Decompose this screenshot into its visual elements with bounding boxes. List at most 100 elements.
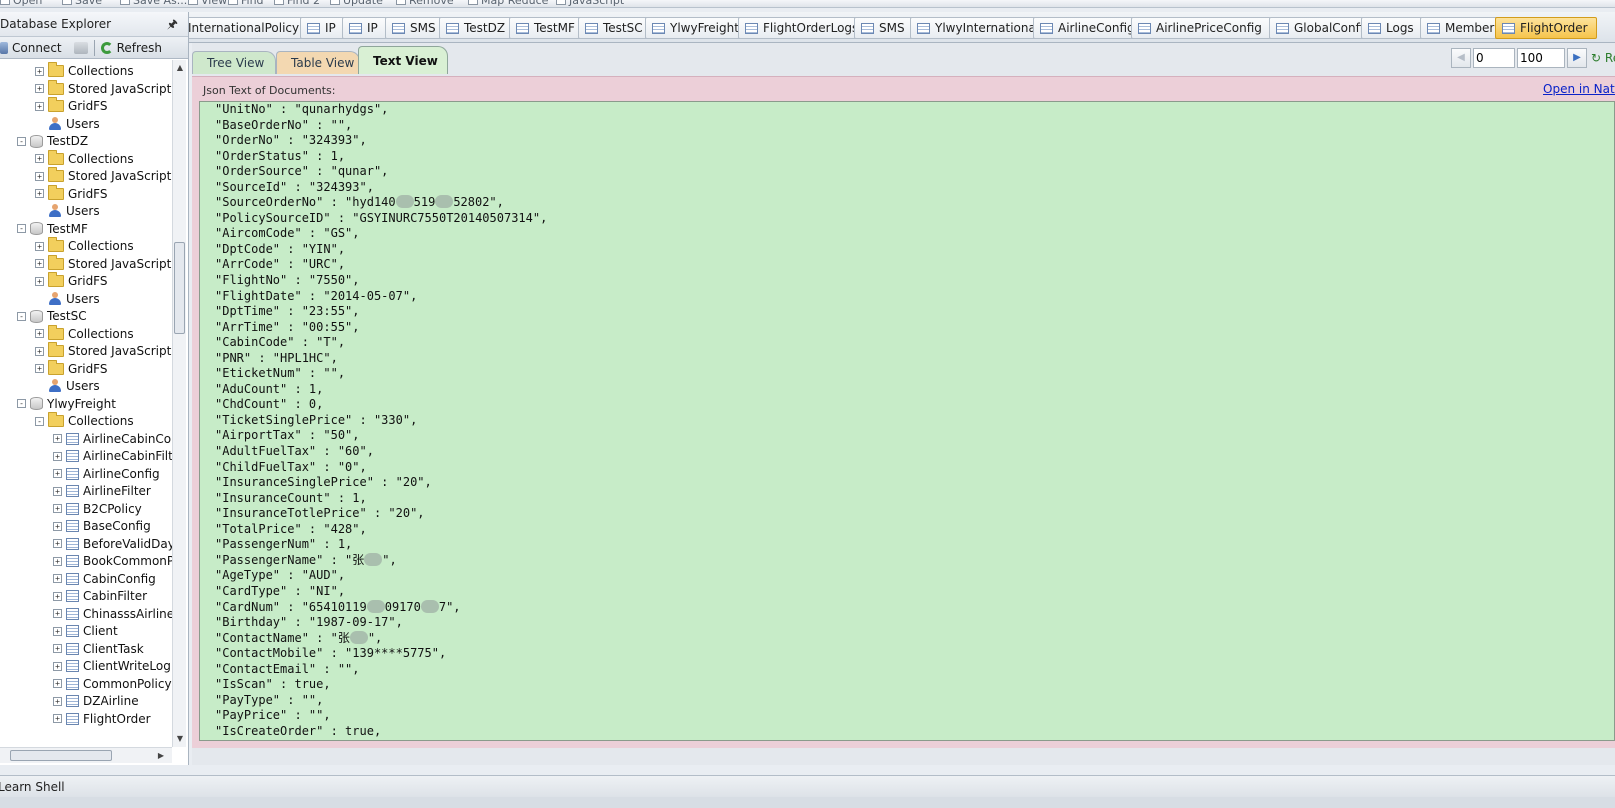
tree-node[interactable]: + ClientTask (53, 640, 144, 658)
expand-icon[interactable]: + (35, 364, 44, 373)
expand-icon[interactable]: + (53, 521, 62, 531)
expand-icon[interactable]: + (53, 696, 62, 706)
toolbar-item[interactable]: Update (330, 0, 383, 7)
expand-icon[interactable]: + (35, 154, 44, 163)
tree-node[interactable]: - YlwyFreight (17, 395, 116, 413)
json-text-editor[interactable]: "UnitNo" : "qunarhydgs", "BaseOrderNo" : … (199, 101, 1615, 741)
tree-node[interactable]: Users (35, 377, 100, 395)
expand-icon[interactable]: + (35, 346, 44, 356)
tree-node[interactable]: + GridFS (35, 359, 108, 378)
expand-icon[interactable]: + (35, 101, 44, 111)
collapse-icon[interactable]: - (35, 416, 44, 426)
tree-node[interactable]: - TestSC (17, 307, 87, 325)
tree-node[interactable]: + Stored JavaScript (35, 342, 171, 360)
expand-icon[interactable]: + (53, 486, 62, 496)
expand-icon[interactable]: + (53, 661, 62, 671)
tree-node[interactable]: + FlightOrder (53, 710, 151, 728)
tree-node[interactable]: + Stored JavaScript (35, 79, 171, 98)
tree-node[interactable]: + Client (53, 622, 118, 640)
tree-horizontal-scrollbar[interactable]: ▶ (0, 747, 172, 763)
tree-node[interactable]: + BookCommonP (53, 552, 173, 570)
document-tab[interactable]: SMS (385, 17, 445, 39)
toolbar-item[interactable]: Find (228, 0, 264, 7)
document-tab[interactable]: AirlinePriceConfig (1131, 17, 1271, 39)
tree-node[interactable]: + GridFS (35, 97, 108, 115)
tree-vertical-scrollbar[interactable]: ▲ ▼ (172, 60, 186, 747)
expand-icon[interactable]: + (53, 591, 62, 601)
expand-icon[interactable]: + (53, 574, 62, 583)
toolbar-item[interactable]: Remove (396, 0, 454, 7)
collapse-icon[interactable]: - (17, 311, 26, 321)
expand-icon[interactable]: + (53, 539, 62, 548)
expand-icon[interactable]: + (35, 189, 44, 198)
tree-node[interactable]: + DZAirline (53, 692, 139, 710)
expand-icon[interactable]: + (53, 679, 62, 688)
scroll-up-icon[interactable]: ▲ (173, 60, 187, 76)
expand-icon[interactable]: + (53, 469, 62, 478)
scroll-down-icon[interactable]: ▼ (173, 731, 187, 747)
toolbar-item[interactable]: View (188, 0, 227, 7)
tree-node[interactable]: + BaseConfig (53, 517, 151, 535)
tree-node[interactable]: - Collections (35, 412, 134, 430)
scroll-right-icon[interactable]: ▶ (158, 748, 164, 764)
expand-icon[interactable]: + (35, 84, 44, 93)
open-native-editor-link[interactable]: Open in Native Editor (1543, 82, 1615, 96)
expand-icon[interactable]: + (53, 644, 62, 653)
expand-icon[interactable]: + (53, 626, 62, 636)
expand-icon[interactable]: + (35, 329, 44, 338)
tree-node[interactable]: + Collections (35, 324, 134, 343)
expand-icon[interactable]: + (35, 259, 44, 268)
document-tab[interactable]: TestMF (509, 17, 584, 39)
document-tab[interactable]: YlwyFreight (645, 17, 748, 39)
tree-node[interactable]: + ClientWriteLog (53, 657, 171, 675)
tree-node[interactable]: + Stored JavaScript (35, 167, 171, 185)
tab-table-view[interactable]: Table View (276, 51, 360, 74)
tree-node[interactable]: + CommonPolicy (53, 675, 172, 693)
document-tab[interactable]: TestDZ (439, 17, 515, 39)
refresh-button[interactable]: Refresh (100, 37, 168, 59)
expand-icon[interactable]: + (53, 504, 62, 513)
tab-tree-view[interactable]: Tree View (192, 51, 276, 74)
tree-node[interactable]: + GridFS (35, 272, 108, 290)
document-tab[interactable]: YlwyInternational (910, 17, 1049, 39)
connect-button[interactable]: Connect (0, 37, 68, 59)
collapse-icon[interactable]: - (17, 224, 26, 233)
tree-node[interactable]: + Collections (35, 149, 134, 168)
tree-node[interactable]: + ChinasssAirline (53, 605, 173, 623)
document-tab[interactable]: InternationalPolicy (189, 17, 309, 39)
tree-node[interactable]: - TestMF (17, 220, 88, 238)
document-tab[interactable]: Member (1420, 17, 1504, 39)
document-tab[interactable]: FlightOrderLogs (738, 17, 868, 39)
expand-icon[interactable]: + (35, 241, 44, 251)
expand-icon[interactable]: + (53, 714, 62, 723)
pin-icon[interactable]: 🖈 (167, 12, 178, 37)
document-tab[interactable]: TestSC (578, 17, 652, 39)
tree-node[interactable]: + Collections (35, 62, 134, 80)
toolbar-item[interactable]: Open (0, 0, 42, 7)
tree-node[interactable]: + GridFS (35, 184, 108, 203)
tree-node[interactable]: Users (35, 115, 100, 133)
expand-icon[interactable]: + (53, 609, 62, 618)
tree-node[interactable]: + B2CPolicy (53, 500, 142, 518)
reload-button[interactable]: ↻ Refresh (1589, 51, 1615, 65)
limit-input[interactable] (1517, 48, 1565, 68)
disconnect-icon[interactable] (73, 41, 88, 54)
tree-node[interactable]: Users (35, 290, 100, 308)
tree-node[interactable]: + BeforeValidDay (53, 535, 173, 553)
document-tab[interactable]: AirlineConfig (1033, 17, 1144, 39)
tree-node[interactable]: + AirlineConfig (53, 465, 160, 483)
previous-page-button[interactable]: ◀ (1451, 48, 1471, 68)
expand-icon[interactable]: + (35, 171, 44, 181)
hscroll-thumb[interactable] (10, 750, 112, 761)
next-page-button[interactable]: ▶ (1567, 48, 1587, 68)
tree-node[interactable]: + AirlineCabinFilt (53, 447, 173, 465)
tree-node[interactable]: + CabinConfig (53, 570, 156, 588)
tree-node[interactable]: + AirlineFilter (53, 482, 151, 500)
toolbar-item[interactable]: Map Reduce (468, 0, 548, 7)
expand-icon[interactable]: + (53, 556, 62, 566)
tree-node[interactable]: + AirlineCabinCo (53, 430, 171, 448)
tree-node[interactable]: + Stored JavaScript (35, 254, 171, 273)
scroll-thumb[interactable] (174, 242, 185, 334)
tree-node[interactable]: + CabinFilter (53, 587, 147, 605)
collapse-icon[interactable]: - (17, 399, 26, 408)
